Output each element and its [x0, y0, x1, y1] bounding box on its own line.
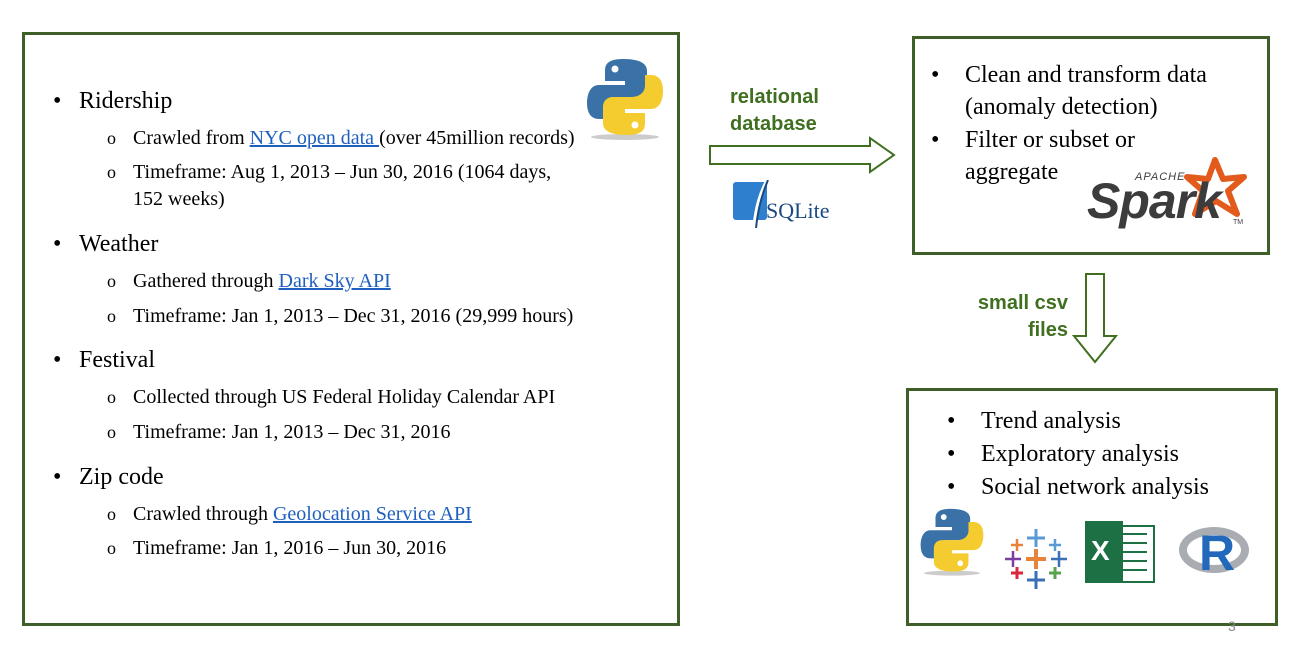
- spark-logo-tm: TM: [1233, 219, 1244, 226]
- label-line: small csv: [977, 292, 1068, 314]
- processing-panel: • Clean and transform data (anomaly dete…: [912, 36, 1270, 255]
- bullet: •: [931, 62, 940, 88]
- item-text: Crawled from: [133, 127, 250, 149]
- item-text: Crawled through: [133, 503, 273, 525]
- sqlite-logo: SQLite: [732, 180, 844, 232]
- sub-bullet: o: [107, 306, 116, 326]
- dark-sky-api-link[interactable]: Dark Sky API: [279, 270, 391, 292]
- r-logo-icon: R: [1179, 521, 1255, 581]
- arrow-right-icon: [709, 136, 896, 174]
- label-line: database: [730, 113, 817, 135]
- sub-bullet: o: [107, 162, 116, 182]
- item-text: Timeframe: Jan 1, 2013 – Dec 31, 2016 (2…: [133, 305, 574, 327]
- bullet: •: [931, 127, 940, 153]
- label-line: files: [1027, 319, 1068, 341]
- small-csv-files-label: small csv files: [944, 290, 1068, 344]
- sqlite-logo-text: SQLite: [766, 198, 830, 223]
- item-text: Filter or subset or: [965, 127, 1135, 153]
- bullet: •: [947, 408, 956, 434]
- section-title: Zip code: [79, 464, 164, 490]
- r-letter: R: [1199, 525, 1236, 581]
- analysis-panel: • Trend analysis • Exploratory analysis …: [906, 388, 1278, 626]
- bullet: •: [947, 441, 956, 467]
- section-title: Ridership: [79, 88, 173, 114]
- nyc-open-data-link[interactable]: NYC open data: [250, 127, 379, 149]
- bullet: •: [53, 464, 62, 490]
- bullet: •: [53, 231, 62, 257]
- apache-spark-logo: APACHE Spark TM: [1083, 157, 1263, 247]
- page-number: 3: [1228, 618, 1236, 634]
- geolocation-api-link[interactable]: Geolocation Service API: [273, 503, 472, 525]
- python-logo-icon: [587, 59, 663, 140]
- section-title: Weather: [79, 231, 159, 257]
- item-text: (over 45million records): [379, 127, 575, 149]
- item-text: Timeframe: Jan 1, 2013 – Dec 31, 2016: [133, 421, 451, 443]
- item-text: aggregate: [965, 159, 1059, 185]
- tableau-logo-icon: [1005, 529, 1067, 589]
- arrow-down-icon: [1071, 273, 1119, 364]
- relational-database-label: relational database: [730, 84, 819, 138]
- data-sources-panel: • Ridership o Crawled from NYC open data…: [22, 32, 680, 626]
- item-text: Social network analysis: [981, 474, 1209, 500]
- bullet: •: [947, 474, 956, 500]
- sub-bullet: o: [107, 128, 116, 148]
- item-text: 152 weeks): [133, 188, 225, 210]
- python-logo-icon: [920, 508, 984, 576]
- excel-logo-icon: X: [1085, 521, 1155, 583]
- item-text: Timeframe: Jan 1, 2016 – Jun 30, 2016: [133, 537, 447, 559]
- sub-bullet: o: [107, 422, 116, 442]
- item-text: (anomaly detection): [965, 94, 1158, 120]
- label-line: relational: [730, 86, 819, 108]
- sub-bullet: o: [107, 504, 116, 524]
- item-text: Trend analysis: [981, 408, 1121, 434]
- bullet: •: [53, 88, 62, 114]
- item-text: Collected through US Federal Holiday Cal…: [133, 386, 556, 408]
- spark-logo-text: Spark: [1087, 173, 1222, 229]
- excel-letter: X: [1091, 535, 1110, 566]
- item-text: Exploratory analysis: [981, 441, 1179, 467]
- bullet: •: [53, 347, 62, 373]
- sub-bullet: o: [107, 538, 116, 558]
- item-text: Timeframe: Aug 1, 2013 – Jun 30, 2016 (1…: [133, 161, 552, 183]
- sub-bullet: o: [107, 271, 116, 291]
- item-text: Gathered through: [133, 270, 279, 292]
- section-title: Festival: [79, 347, 155, 373]
- sub-bullet: o: [107, 387, 116, 407]
- item-text: Clean and transform data: [965, 62, 1207, 88]
